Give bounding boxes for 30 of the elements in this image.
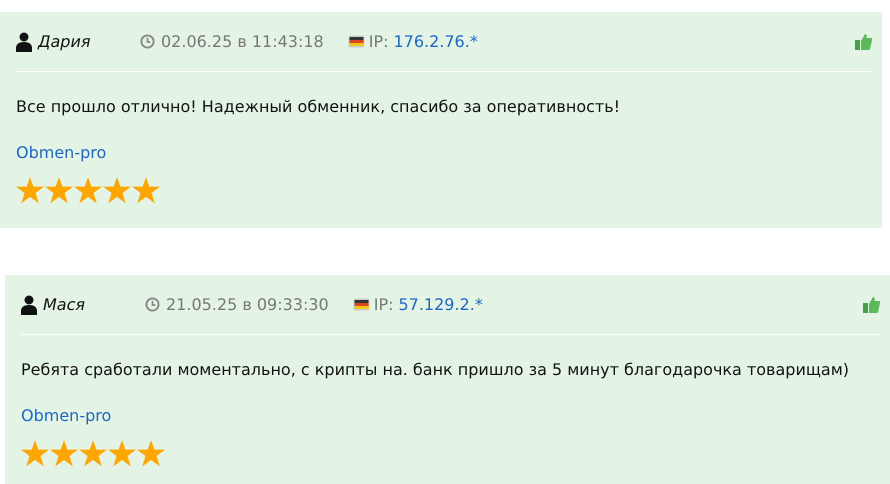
star-icon [45,177,73,204]
ip-link[interactable]: 57.129.2.* [398,292,483,316]
clock-icon [140,34,155,49]
review-text: Все прошло отлично! Надежный обменник, спасибо за оперативность! [16,96,622,118]
star-icon [16,177,44,204]
star-icon [21,440,49,467]
review-date: 02.06.25 в 11:43:18 [161,30,324,52]
ip-label: IP: [374,294,394,316]
service-link[interactable]: Obmen-pro [16,141,106,165]
service-link[interactable]: Obmen-pro [21,404,112,428]
user-icon [21,294,37,314]
thumbs-up-icon [855,33,872,50]
review-text: Ребята сработали моментально, с крипты на. банк пришло за 5 минут благодарочка товарищам) [21,359,850,381]
ip-label: IP: [368,30,388,52]
review-date: 21.05.25 в 09:33:30 [166,294,329,316]
star-icon [132,177,160,204]
star-icon [108,440,136,467]
star-icon [50,440,78,467]
star-icon [137,440,165,467]
author-name: Мася [43,294,86,316]
star-icon [79,440,107,467]
user-icon [16,32,32,52]
ip-link[interactable]: 176.2.76.* [393,30,478,54]
author-name: Дария [38,30,92,52]
flag-icon [352,298,370,311]
star-icon [74,177,102,204]
star-icon [103,177,131,204]
thumbs-up-icon [863,296,880,313]
flag-icon [348,35,365,48]
clock-icon [145,297,160,312]
